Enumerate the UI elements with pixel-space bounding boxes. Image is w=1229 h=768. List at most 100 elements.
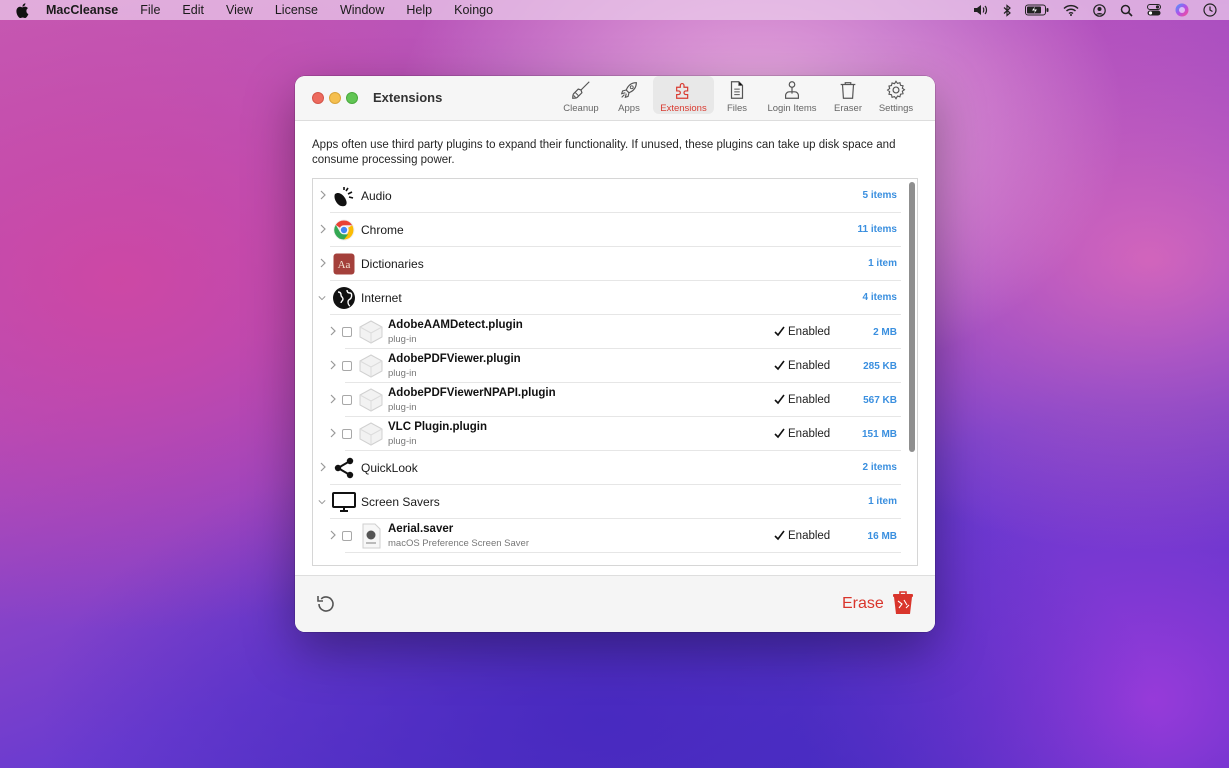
screen-saver-file-icon	[362, 523, 381, 549]
extension-size: 567 KB	[863, 395, 897, 406]
bluetooth-icon[interactable]	[1003, 3, 1011, 17]
category-row-quicklook[interactable]: QuickLook 2 items	[313, 451, 901, 485]
enabled-checkbox[interactable]	[773, 530, 785, 542]
category-count: 2 items	[862, 462, 897, 473]
category-row-screen-savers[interactable]: Screen Savers 1 item	[313, 485, 901, 519]
select-checkbox[interactable]	[342, 531, 352, 541]
enabled-checkbox[interactable]	[773, 360, 785, 372]
extension-row[interactable]: AdobePDFViewer.plugin plug-in Enabled 28…	[313, 349, 901, 383]
extension-row[interactable]: VLC Plugin.plugin plug-in Enabled 151 MB	[313, 417, 901, 451]
category-count: 11 items	[857, 224, 897, 235]
chevron-right-icon[interactable]	[329, 326, 337, 336]
extensions-window: Extensions Cleanup Apps Extensions Files…	[295, 76, 935, 632]
category-name: QuickLook	[361, 461, 418, 475]
zoom-button[interactable]	[346, 92, 358, 104]
enabled-checkbox[interactable]	[773, 394, 785, 406]
enabled-checkbox[interactable]	[773, 326, 785, 338]
chevron-down-icon[interactable]	[318, 497, 326, 507]
menu-help[interactable]: Help	[406, 3, 432, 17]
chevron-right-icon[interactable]	[329, 428, 337, 438]
menu-window[interactable]: Window	[340, 3, 384, 17]
dictionary-icon: Aa	[332, 252, 356, 276]
scrollbar-thumb[interactable]	[909, 182, 915, 452]
extension-row[interactable]: Aerial.saver macOS Preference Screen Sav…	[313, 519, 901, 553]
category-count: 5 items	[862, 190, 897, 201]
extension-type: macOS Preference Screen Saver	[388, 538, 529, 549]
tab-label: Files	[726, 103, 748, 114]
menu-edit[interactable]: Edit	[182, 3, 204, 17]
plugin-icon	[359, 320, 383, 344]
apple-menu-icon[interactable]	[16, 2, 30, 18]
chevron-right-icon[interactable]	[329, 394, 337, 404]
chevron-right-icon[interactable]	[319, 462, 327, 472]
document-icon	[730, 81, 744, 99]
select-checkbox[interactable]	[342, 361, 352, 371]
title-bar: Extensions Cleanup Apps Extensions Files…	[295, 76, 935, 121]
menu-license[interactable]: License	[275, 3, 318, 17]
tab-files[interactable]: Files	[723, 76, 751, 114]
trash-icon	[840, 82, 856, 99]
login-items-icon	[784, 81, 800, 99]
category-row-dictionaries[interactable]: Aa Dictionaries 1 item	[313, 247, 901, 281]
menu-view[interactable]: View	[226, 3, 253, 17]
close-button[interactable]	[312, 92, 324, 104]
extension-size: 16 MB	[867, 531, 897, 542]
tab-eraser[interactable]: Eraser	[831, 76, 865, 114]
menu-koingo[interactable]: Koingo	[454, 3, 493, 17]
extension-size: 2 MB	[873, 327, 897, 338]
tab-cleanup[interactable]: Cleanup	[562, 76, 600, 114]
wifi-icon[interactable]	[1063, 4, 1079, 16]
chevron-right-icon[interactable]	[319, 224, 327, 234]
category-count: 1 item	[868, 496, 897, 507]
category-count: 1 item	[868, 258, 897, 269]
tab-label: Login Items	[767, 103, 817, 114]
select-checkbox[interactable]	[342, 327, 352, 337]
puzzle-icon	[675, 83, 688, 99]
enabled-checkbox[interactable]	[773, 428, 785, 440]
extension-type: plug-in	[388, 436, 417, 447]
tab-apps[interactable]: Apps	[613, 76, 645, 114]
menu-file[interactable]: File	[140, 3, 160, 17]
audio-icon	[332, 184, 356, 208]
tab-login-items[interactable]: Login Items	[763, 76, 821, 114]
volume-icon[interactable]	[973, 4, 989, 16]
gear-icon	[886, 80, 906, 100]
select-checkbox[interactable]	[342, 395, 352, 405]
broom-icon	[572, 81, 590, 99]
category-row-chrome[interactable]: Chrome 11 items	[313, 213, 901, 247]
chevron-right-icon[interactable]	[319, 190, 327, 200]
chevron-right-icon[interactable]	[329, 530, 337, 540]
window-title: Extensions	[373, 90, 443, 105]
battery-icon[interactable]	[1025, 4, 1049, 16]
minimize-button[interactable]	[329, 92, 341, 104]
siri-icon[interactable]	[1175, 3, 1189, 17]
category-row-internet[interactable]: Internet 4 items	[313, 281, 901, 315]
chevron-right-icon[interactable]	[319, 258, 327, 268]
erase-trash-icon[interactable]	[892, 590, 914, 616]
plugin-icon	[359, 388, 383, 412]
row-divider	[345, 552, 901, 553]
extension-size: 285 KB	[863, 361, 897, 372]
monitor-icon	[332, 490, 356, 514]
tab-settings[interactable]: Settings	[876, 76, 916, 114]
extension-name: AdobeAAMDetect.plugin	[388, 319, 523, 331]
select-checkbox[interactable]	[342, 429, 352, 439]
tab-extensions[interactable]: Extensions	[653, 76, 714, 114]
refresh-icon[interactable]	[315, 593, 337, 615]
spotlight-icon[interactable]	[1120, 4, 1133, 17]
chrome-icon	[332, 218, 356, 242]
extension-row[interactable]: AdobePDFViewerNPAPI.plugin plug-in Enabl…	[313, 383, 901, 417]
extensions-list[interactable]: Audio 5 items Chrome 11 items Aa Diction…	[312, 178, 918, 566]
chevron-right-icon[interactable]	[329, 360, 337, 370]
category-name: Audio	[361, 189, 392, 203]
rocket-icon	[620, 82, 637, 99]
clock-icon[interactable]	[1203, 3, 1217, 17]
chevron-down-icon[interactable]	[318, 293, 326, 303]
erase-button[interactable]: Erase	[842, 595, 884, 613]
category-row-audio[interactable]: Audio 5 items	[313, 179, 901, 213]
user-icon[interactable]	[1093, 3, 1106, 17]
category-name: Screen Savers	[361, 495, 440, 509]
extension-row[interactable]: AdobeAAMDetect.plugin plug-in Enabled 2 …	[313, 315, 901, 349]
menu-app-name[interactable]: MacCleanse	[46, 3, 118, 17]
control-center-icon[interactable]	[1147, 4, 1161, 16]
